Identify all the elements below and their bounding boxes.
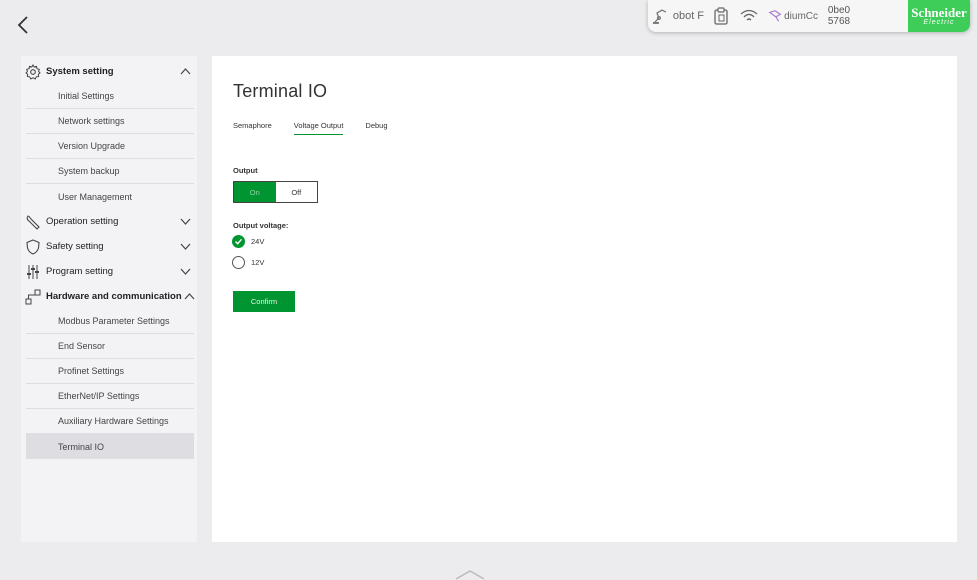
- clipboard-status[interactable]: [708, 0, 734, 32]
- robot-status-sub: F: [697, 10, 704, 22]
- sidebar-group-operation-setting[interactable]: Operation setting: [21, 209, 197, 234]
- sidebar-item-terminal-io[interactable]: Terminal IO: [26, 434, 194, 459]
- voltage-option-label: 12V: [251, 258, 265, 267]
- sidebar-item-label: EtherNet/IP Settings: [58, 391, 140, 401]
- back-button[interactable]: [10, 12, 36, 38]
- sidebar-item-label: Modbus Parameter Settings: [58, 316, 170, 326]
- tab-voltage-output[interactable]: Voltage Output: [293, 121, 344, 135]
- sidebar-item-label: Version Upgrade: [58, 141, 126, 151]
- status-bar: obot F diumCc 0be0 5768 Schneider Electr…: [648, 0, 970, 32]
- sidebar-item-label: Terminal IO: [58, 441, 105, 452]
- chevron-down-icon: [180, 218, 191, 225]
- sidebar-group-label: Program setting: [46, 266, 114, 277]
- gear-icon: [24, 63, 42, 81]
- sidebar-group-label: Safety setting: [46, 241, 104, 252]
- robot-arm-icon: [652, 9, 667, 24]
- sidebar-group-label: Hardware and communication: [46, 291, 182, 302]
- sidebar-item-initial-settings[interactable]: Initial Settings: [26, 84, 194, 109]
- sidebar-group-label: System setting: [46, 66, 114, 77]
- output-label: Output: [233, 166, 258, 175]
- confirm-button[interactable]: Confirm: [233, 291, 295, 312]
- sidebar-item-user-management[interactable]: User Management: [26, 184, 194, 209]
- sidebar-item-label: Auxiliary Hardware Settings: [58, 416, 169, 426]
- sidebar-item-label: Profinet Settings: [58, 366, 125, 376]
- page-title: Terminal IO: [233, 81, 328, 101]
- sidebar-group-label: Operation setting: [46, 216, 119, 227]
- sidebar-group-hardware-communication[interactable]: Hardware and communication: [21, 284, 197, 309]
- sidebar-item-network-settings[interactable]: Network settings: [26, 109, 194, 134]
- tab-bar: Semaphore Voltage Output Debug: [233, 121, 388, 135]
- wifi-status[interactable]: [734, 0, 764, 32]
- chevron-up-icon: [180, 68, 191, 75]
- sidebar-group-system-setting[interactable]: System setting: [21, 59, 197, 84]
- sidebar-group-program-setting[interactable]: Program setting: [21, 259, 197, 284]
- sidebar-item-label: End Sensor: [58, 341, 106, 351]
- checkmark-icon: [232, 235, 245, 248]
- device-code: 0be0 5768: [822, 0, 856, 32]
- schneider-logo: Schneider Electric: [908, 0, 970, 32]
- chevron-up-icon[interactable]: [452, 568, 488, 580]
- main-panel: Terminal IO Semaphore Voltage Output Deb…: [212, 56, 957, 542]
- chevron-left-icon: [17, 16, 28, 34]
- sidebar-group-safety-setting[interactable]: Safety setting: [21, 234, 197, 259]
- clipboard-icon: [714, 7, 728, 25]
- device-code-line1: 0be0: [827, 5, 851, 16]
- shield-icon: [24, 238, 42, 256]
- tab-semaphore[interactable]: Semaphore: [233, 121, 272, 135]
- sidebar-item-profinet-settings[interactable]: Profinet Settings: [26, 359, 194, 384]
- wifi-icon: [740, 9, 758, 21]
- voltage-option-12v[interactable]: 12V: [232, 256, 264, 269]
- plugin-icon: [768, 10, 782, 22]
- plugin-status[interactable]: diumCc: [764, 0, 822, 32]
- sidebar-item-label: Network settings: [58, 116, 125, 126]
- radio-empty-icon: [232, 256, 245, 269]
- voltage-option-label: 24V: [251, 237, 265, 246]
- sidebar-item-end-sensor[interactable]: End Sensor: [26, 334, 194, 359]
- logo-sub: Electric: [923, 18, 955, 26]
- logo-brand: Schneider: [911, 4, 967, 20]
- robot-status-text: obot: [672, 10, 695, 22]
- sidebar: System setting Initial Settings Network …: [21, 56, 197, 542]
- chevron-up-icon: [184, 293, 195, 300]
- sidebar-item-label: User Management: [58, 191, 133, 202]
- sidebar-item-auxiliary-hardware-settings[interactable]: Auxiliary Hardware Settings: [26, 409, 194, 434]
- sidebar-item-label: Initial Settings: [58, 91, 115, 101]
- sidebar-item-ethernet-ip-settings[interactable]: EtherNet/IP Settings: [26, 384, 194, 409]
- wrench-icon: [24, 213, 42, 231]
- plugin-status-text: diumCc: [784, 10, 818, 22]
- tab-debug[interactable]: Debug: [365, 121, 387, 135]
- output-voltage-label: Output voltage:: [233, 221, 289, 230]
- sidebar-item-modbus-parameter-settings[interactable]: Modbus Parameter Settings: [26, 309, 194, 334]
- chevron-down-icon: [180, 268, 191, 275]
- sliders-icon: [24, 263, 42, 281]
- voltage-option-24v[interactable]: 24V: [232, 235, 264, 248]
- sidebar-item-version-upgrade[interactable]: Version Upgrade: [26, 134, 194, 159]
- sidebar-item-label: System backup: [58, 166, 120, 176]
- robot-status[interactable]: obot F: [648, 0, 708, 32]
- sidebar-item-system-backup[interactable]: System backup: [26, 159, 194, 184]
- toggle-on-button[interactable]: On: [234, 182, 276, 202]
- device-code-line2: 5768: [827, 16, 851, 27]
- output-toggle: On Off: [233, 181, 318, 203]
- hardware-network-icon: [24, 288, 42, 306]
- chevron-down-icon: [180, 243, 191, 250]
- toggle-off-button[interactable]: Off: [275, 182, 317, 202]
